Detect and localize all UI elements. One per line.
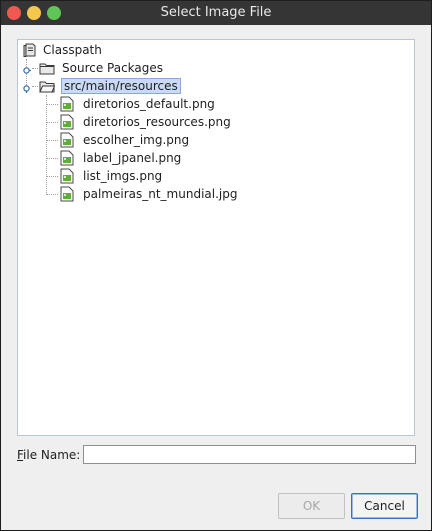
tree-connector bbox=[46, 104, 58, 105]
window-title: Select Image File bbox=[160, 5, 272, 20]
tree-node-file[interactable]: palmeiras_nt_mundial.jpg bbox=[83, 185, 237, 203]
file-name-label-text: ile Name: bbox=[23, 448, 81, 462]
image-file-icon bbox=[59, 168, 75, 184]
tree-connector bbox=[46, 122, 58, 123]
tree-node-file[interactable]: diretorios_resources.png bbox=[83, 113, 231, 131]
tree-node-file[interactable]: label_jpanel.png bbox=[83, 149, 181, 167]
tree-node-label: src/main/resources bbox=[61, 78, 181, 94]
tree-connector bbox=[46, 95, 47, 195]
tree-node-label: escolher_img.png bbox=[83, 133, 190, 147]
tree-node-file[interactable]: list_imgs.png bbox=[83, 167, 162, 185]
tree-connector bbox=[46, 158, 58, 159]
tree-node-label: diretorios_resources.png bbox=[83, 115, 231, 129]
tree-node-label: palmeiras_nt_mundial.jpg bbox=[83, 187, 238, 201]
tree-connector bbox=[32, 68, 38, 69]
file-name-input[interactable] bbox=[83, 445, 416, 464]
tree-connector bbox=[46, 176, 58, 177]
tree-node-label: label_jpanel.png bbox=[83, 151, 182, 165]
tree-node-src-main-resources[interactable]: src/main/resources bbox=[61, 77, 181, 95]
tree-node-label: Classpath bbox=[43, 43, 102, 57]
tree-connector bbox=[46, 194, 58, 195]
tree-connector bbox=[32, 86, 38, 87]
select-image-dialog: Select Image File Classpath Source Packa… bbox=[0, 0, 432, 531]
image-file-icon bbox=[59, 114, 75, 130]
tree-node-label: Source Packages bbox=[62, 61, 164, 75]
tree-node-classpath[interactable]: Classpath bbox=[43, 41, 102, 59]
tree-node-source-packages[interactable]: Source Packages bbox=[62, 59, 163, 77]
folder-icon bbox=[39, 60, 55, 76]
image-file-icon bbox=[59, 150, 75, 166]
image-file-icon bbox=[59, 96, 75, 112]
tree-node-label: list_imgs.png bbox=[83, 169, 163, 183]
expand-toggle-icon[interactable] bbox=[22, 64, 31, 74]
image-file-icon bbox=[59, 186, 75, 202]
tree-node-file[interactable]: escolher_img.png bbox=[83, 131, 189, 149]
tree-connector bbox=[46, 140, 58, 141]
folder-open-icon bbox=[39, 78, 56, 94]
classpath-icon bbox=[22, 42, 38, 58]
tree-node-label: diretorios_default.png bbox=[83, 97, 215, 111]
classpath-tree[interactable]: Classpath Source Packages src/main/resou… bbox=[17, 39, 415, 436]
title-bar[interactable]: Select Image File bbox=[1, 1, 431, 25]
tree-node-file[interactable]: diretorios_default.png bbox=[83, 95, 215, 113]
ok-button[interactable]: OK bbox=[278, 493, 345, 519]
cancel-button[interactable]: Cancel bbox=[351, 493, 418, 519]
image-file-icon bbox=[59, 132, 75, 148]
file-name-label: File Name: bbox=[17, 448, 80, 462]
collapse-toggle-icon[interactable] bbox=[22, 82, 31, 93]
